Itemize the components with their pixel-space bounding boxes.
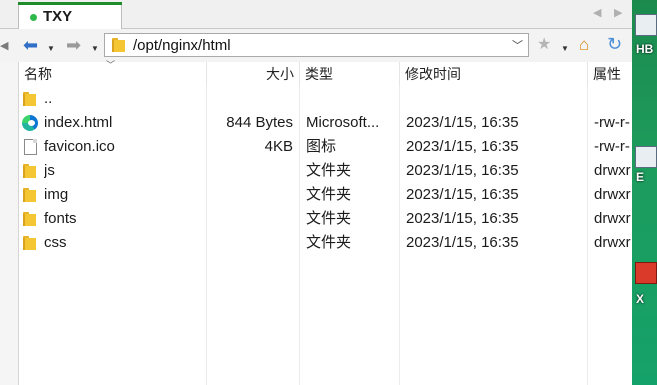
file-name: css — [44, 234, 67, 251]
address-toolbar: ◀ ⬅ ▼ ➡ ▼ /opt/nginx/html ﹀ ★ ▼ ⌂ ↻ — [0, 29, 632, 63]
file-row[interactable]: .. — [19, 87, 632, 111]
file-name: favicon.ico — [44, 138, 115, 155]
column-header-size[interactable]: 大小 — [207, 62, 300, 86]
file-modified: 2023/1/15, 16:35 — [406, 162, 519, 179]
file-modified: 2023/1/15, 16:35 — [406, 210, 519, 227]
file-row[interactable]: index.html 844 Bytes Microsoft... 2023/1… — [19, 111, 632, 135]
column-header-modified[interactable]: 修改时间 — [400, 62, 588, 86]
file-type: 文件夹 — [306, 210, 352, 227]
file-modified: 2023/1/15, 16:35 — [406, 138, 519, 155]
back-arrow-icon[interactable]: ⬅ — [23, 36, 38, 54]
file-name: fonts — [44, 210, 77, 227]
folder-icon — [22, 187, 38, 203]
file-modified: 2023/1/15, 16:35 — [406, 186, 519, 203]
file-attributes: -rw-r- — [594, 114, 630, 131]
tab-scroll-left-icon[interactable]: ◀ — [593, 6, 601, 19]
file-icon — [24, 139, 37, 155]
collapse-icon[interactable]: ◀ — [0, 38, 8, 54]
file-attributes: drwxr — [594, 186, 631, 203]
connection-status-icon — [30, 14, 37, 21]
file-name: .. — [44, 90, 53, 107]
file-row[interactable]: img 文件夹 2023/1/15, 16:35 drwxr — [19, 183, 632, 207]
file-size: 844 Bytes — [226, 114, 293, 131]
column-header-type[interactable]: 类型 — [300, 62, 400, 86]
file-name: js — [44, 162, 55, 179]
file-name: index.html — [44, 114, 113, 131]
file-modified: 2023/1/15, 16:35 — [406, 234, 519, 251]
desktop-shortcut-icon[interactable] — [635, 14, 657, 36]
session-tab-label: TXY — [43, 8, 73, 25]
edge-browser-icon — [22, 115, 38, 131]
path-input[interactable]: /opt/nginx/html ﹀ — [104, 33, 529, 57]
forward-history-dropdown-icon[interactable]: ▼ — [91, 41, 99, 57]
desktop-shortcut-label: E — [636, 170, 645, 184]
home-icon[interactable]: ⌂ — [579, 36, 589, 53]
column-header-attributes[interactable]: 属性 — [588, 62, 632, 86]
file-row[interactable]: favicon.ico 4KB 图标 2023/1/15, 16:35 -rw-… — [19, 135, 632, 159]
folder-icon — [22, 91, 38, 107]
file-row[interactable]: fonts 文件夹 2023/1/15, 16:35 drwxr — [19, 207, 632, 231]
file-list: 名称 ﹀ 大小 类型 修改时间 属性 .. index.html 844 Byt… — [19, 60, 632, 385]
file-row[interactable]: js 文件夹 2023/1/15, 16:35 drwxr — [19, 159, 632, 183]
folder-tree-pane[interactable] — [0, 62, 19, 385]
file-type: 图标 — [306, 138, 337, 155]
bookmark-dropdown-icon[interactable]: ▼ — [561, 41, 569, 57]
refresh-icon[interactable]: ↻ — [607, 35, 622, 53]
folder-icon — [22, 211, 38, 227]
file-type: 文件夹 — [306, 234, 352, 251]
folder-icon — [22, 235, 38, 251]
file-size: 4KB — [264, 138, 293, 155]
forward-arrow-icon[interactable]: ➡ — [66, 36, 81, 54]
folder-icon — [111, 37, 127, 53]
desktop-background: HB E X — [632, 0, 657, 385]
back-history-dropdown-icon[interactable]: ▼ — [47, 41, 55, 57]
tab-strip: TXY ◀ ▶ — [0, 0, 632, 29]
file-attributes: drwxr — [594, 162, 631, 179]
path-dropdown-icon[interactable]: ﹀ — [512, 37, 523, 53]
file-type: 文件夹 — [306, 162, 352, 179]
desktop-shortcut-icon[interactable] — [635, 146, 657, 168]
file-list-header: 名称 ﹀ 大小 类型 修改时间 属性 — [19, 60, 632, 86]
file-modified: 2023/1/15, 16:35 — [406, 114, 519, 131]
bookmark-star-icon[interactable]: ★ — [537, 37, 551, 53]
path-text: /opt/nginx/html — [133, 37, 231, 54]
file-row[interactable]: css 文件夹 2023/1/15, 16:35 drwxr — [19, 231, 632, 255]
desktop-shortcut-label: X — [636, 292, 645, 306]
desktop-shortcut-icon[interactable] — [635, 262, 657, 284]
file-attributes: drwxr — [594, 210, 631, 227]
sort-indicator-icon: ﹀ — [106, 60, 116, 70]
desktop-shortcut-label: HB — [636, 42, 654, 56]
folder-icon — [22, 163, 38, 179]
file-type: 文件夹 — [306, 186, 352, 203]
file-name: img — [44, 186, 69, 203]
file-attributes: -rw-r- — [594, 138, 630, 155]
session-tab[interactable]: TXY — [18, 2, 122, 29]
tab-scroll-right-icon[interactable]: ▶ — [614, 6, 622, 19]
file-type: Microsoft... — [306, 114, 380, 131]
file-attributes: drwxr — [594, 234, 631, 251]
